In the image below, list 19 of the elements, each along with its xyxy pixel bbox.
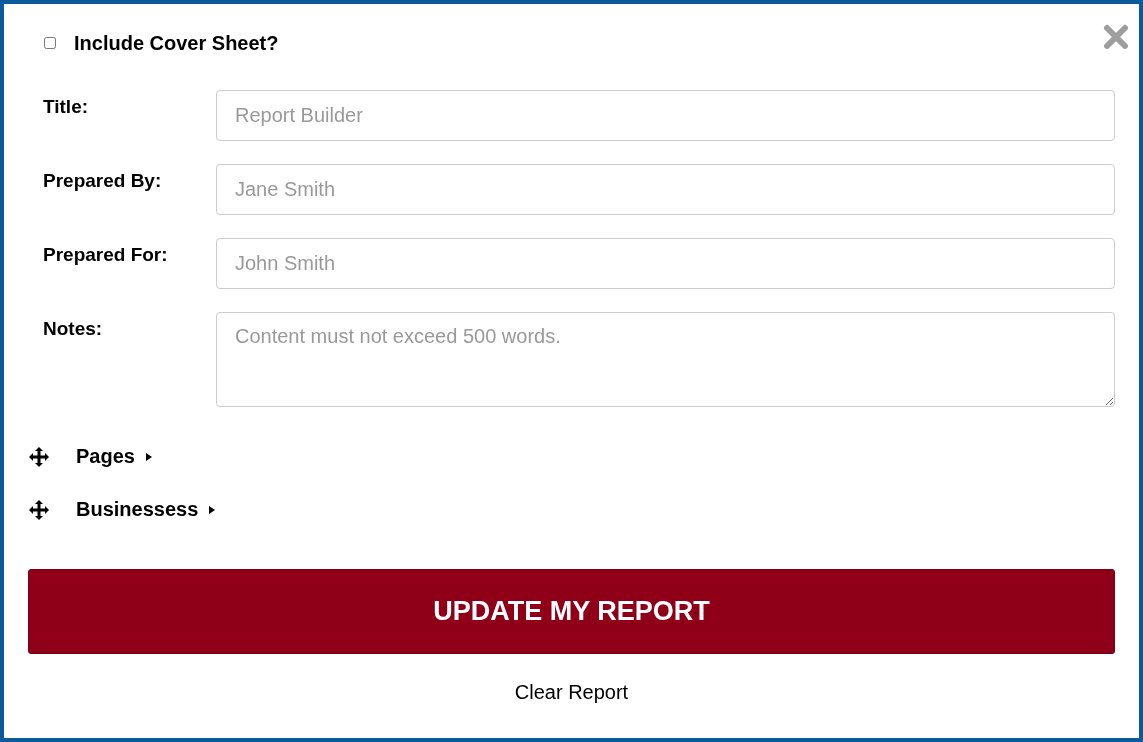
move-icon[interactable] — [28, 498, 50, 521]
caret-icon — [208, 504, 217, 515]
text-field[interactable]: Jane Smith — [216, 164, 1115, 215]
field-label: Prepared For: — [42, 243, 169, 266]
field-label: Notes: — [42, 317, 104, 340]
text-field[interactable]: Report Builder — [216, 90, 1115, 141]
close-button[interactable] — [1103, 24, 1129, 50]
checkbox-label: Include Cover Sheet? — [74, 31, 279, 55]
move-icon[interactable] — [28, 445, 50, 468]
section-toggle[interactable]: Businessess — [76, 498, 217, 521]
field-label: Title: — [42, 95, 90, 118]
clear-report-link[interactable]: Clear Report — [514, 681, 629, 704]
checkbox[interactable] — [44, 37, 56, 49]
text-field[interactable]: John Smith — [216, 238, 1115, 289]
section-toggle[interactable]: Pages — [76, 445, 153, 468]
update-report-button[interactable]: UPDATE MY REPORT — [28, 569, 1115, 654]
field-label: Prepared By: — [42, 169, 163, 192]
caret-icon — [144, 451, 153, 462]
notes-field[interactable]: Content must not exceed 500 words. — [216, 312, 1115, 407]
